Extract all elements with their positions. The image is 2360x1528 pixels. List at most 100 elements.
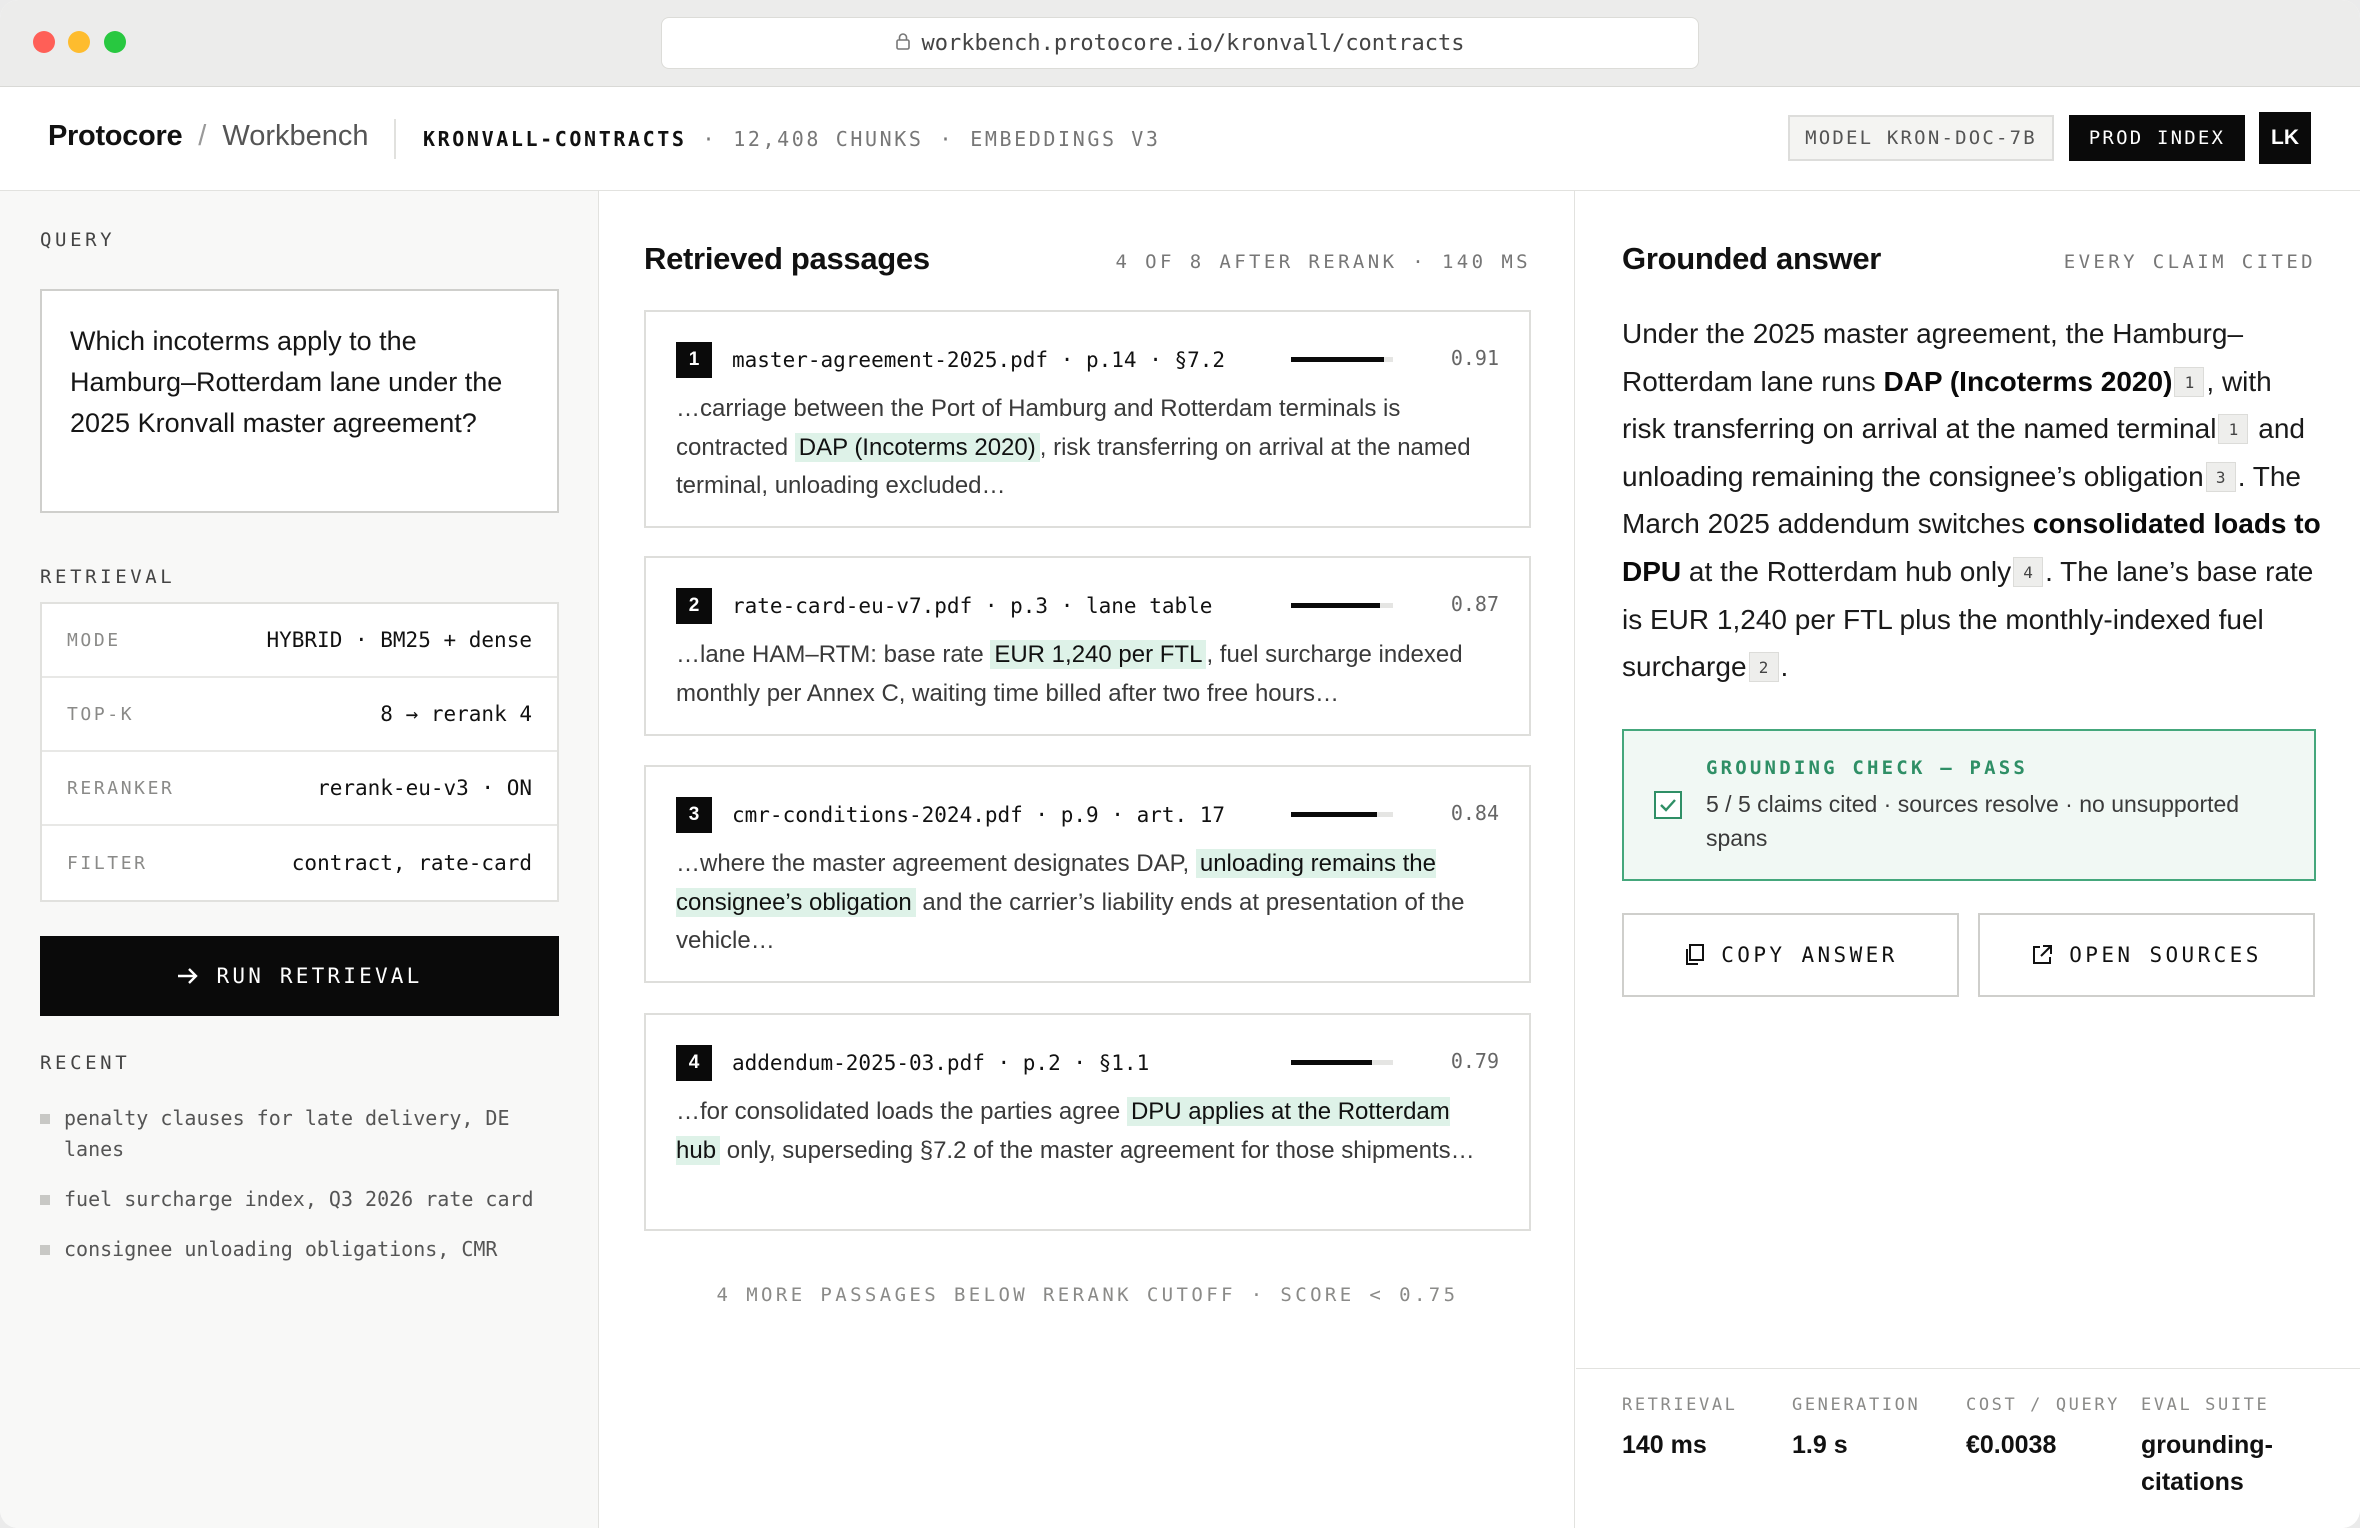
- passage-rank: 4: [676, 1045, 712, 1081]
- snippet-text: …where the master agreement designates D…: [676, 850, 1196, 877]
- brand-name[interactable]: Protocore: [48, 120, 183, 153]
- passage-score: 0.87: [1450, 592, 1499, 616]
- corpus-info: KRONVALL-CONTRACTS · 12,408 CHUNKS · EMB…: [423, 127, 1161, 151]
- minimize-window-button[interactable]: [68, 31, 90, 53]
- snippet-text: …for consolidated loads the parties agre…: [676, 1098, 1127, 1125]
- passage-header: 4 addendum-2025-03.pdf · p.2 · §1.1 0.79: [676, 1045, 1499, 1081]
- avatar[interactable]: LK: [2259, 112, 2311, 164]
- run-stats: RETRIEVAL 140 ms GENERATION 1.9 s COST /…: [1576, 1368, 2360, 1528]
- stat-label: RETRIEVAL: [1622, 1395, 1738, 1415]
- passage-source[interactable]: master-agreement-2025.pdf · p.14 · §7.2: [732, 348, 1225, 372]
- setting-reranker[interactable]: RERANKER rerank-eu-v3 · ON: [42, 752, 557, 826]
- copy-icon: [1686, 944, 1705, 965]
- setting-value: 8 → rerank 4: [380, 702, 532, 726]
- recent-item[interactable]: penalty clauses for late delivery, DE la…: [40, 1103, 559, 1165]
- rerank-cutoff-note: 4 MORE PASSAGES BELOW RERANK CUTOFF · SC…: [716, 1284, 1459, 1306]
- open-sources-button[interactable]: OPEN SOURCES: [1978, 913, 2315, 997]
- recent-item-text: consignee unloading obligations, CMR: [64, 1237, 498, 1261]
- snippet-highlight: EUR 1,240 per FTL: [990, 640, 1207, 669]
- passage-card[interactable]: 4 addendum-2025-03.pdf · p.2 · §1.1 0.79…: [644, 1013, 1531, 1231]
- setting-key: FILTER: [67, 852, 148, 874]
- score-bar: [1291, 603, 1393, 608]
- answer-span: at the Rotterdam hub only: [1681, 555, 2012, 587]
- close-window-button[interactable]: [33, 31, 55, 53]
- answer-meta: EVERY CLAIM CITED: [2063, 251, 2316, 273]
- snippet-text: only, superseding §7.2 of the master agr…: [720, 1136, 1475, 1164]
- passage-score: 0.84: [1450, 801, 1499, 825]
- passage-snippet: …for consolidated loads the parties agre…: [676, 1093, 1499, 1170]
- citation-marker[interactable]: 2: [1748, 652, 1779, 683]
- bullet-icon: [40, 1245, 50, 1255]
- snippet-text: …lane HAM–RTM: base rate: [676, 641, 991, 668]
- address-bar[interactable]: workbench.protocore.io/kronvall/contract…: [661, 17, 1699, 69]
- score-bar-fill: [1291, 1060, 1372, 1065]
- passage-source[interactable]: addendum-2025-03.pdf · p.2 · §1.1: [732, 1051, 1149, 1075]
- setting-top-k[interactable]: TOP-K 8 → rerank 4: [42, 678, 557, 752]
- run-retrieval-button[interactable]: RUN RETRIEVAL: [40, 936, 559, 1016]
- passage-rank: 3: [676, 797, 712, 833]
- recent-item[interactable]: fuel surcharge index, Q3 2026 rate card: [40, 1184, 559, 1215]
- maximize-window-button[interactable]: [104, 31, 126, 53]
- grounding-check-body: 5 / 5 claims cited · sources resolve · n…: [1706, 791, 2240, 851]
- stat-eval-suite: EVAL SUITE grounding-citations: [2141, 1395, 2321, 1501]
- passage-header: 3 cmr-conditions-2024.pdf · p.9 · art. 1…: [676, 797, 1499, 833]
- query-panel: QUERY Which incoterms apply to the Hambu…: [0, 191, 599, 1528]
- breadcrumb: Protocore / Workbench: [48, 120, 369, 153]
- setting-filter[interactable]: FILTER contract, rate-card: [42, 826, 557, 900]
- setting-value: rerank-eu-v3 · ON: [317, 776, 532, 800]
- retrieval-settings: MODE HYBRID · BM25 + dense TOP-K 8 → rer…: [40, 602, 559, 902]
- bullet-icon: [40, 1114, 50, 1124]
- passage-score: 0.79: [1450, 1049, 1499, 1073]
- stat-value: 140 ms: [1622, 1431, 1707, 1459]
- arrow-right-icon: [177, 968, 198, 984]
- passage-snippet: …carriage between the Port of Hamburg an…: [676, 390, 1499, 506]
- passages-meta: 4 OF 8 AFTER RERANK · 140 MS: [1115, 251, 1531, 273]
- passage-card[interactable]: 1 master-agreement-2025.pdf · p.14 · §7.…: [644, 310, 1531, 528]
- stat-generation: GENERATION 1.9 s: [1792, 1395, 1942, 1464]
- passage-card[interactable]: 2 rate-card-eu-v7.pdf · p.3 · lane table…: [644, 556, 1531, 736]
- score-bar-fill: [1291, 603, 1380, 608]
- copy-answer-button[interactable]: COPY ANSWER: [1622, 913, 1959, 997]
- index-badge[interactable]: PROD INDEX: [2069, 115, 2245, 161]
- citation-marker[interactable]: 1: [2174, 366, 2205, 397]
- score-bar: [1291, 812, 1393, 817]
- recent-label: RECENT: [40, 1052, 131, 1074]
- breadcrumb-section[interactable]: Workbench: [222, 120, 368, 153]
- passage-source[interactable]: cmr-conditions-2024.pdf · p.9 · art. 17: [732, 803, 1225, 827]
- setting-key: RERANKER: [67, 777, 175, 799]
- recent-item[interactable]: consignee unloading obligations, CMR: [40, 1234, 559, 1265]
- passages-panel: Retrieved passages 4 OF 8 AFTER RERANK ·…: [600, 191, 1575, 1528]
- passage-card[interactable]: 3 cmr-conditions-2024.pdf · p.9 · art. 1…: [644, 765, 1531, 983]
- stat-cost: COST / QUERY €0.0038: [1966, 1395, 2126, 1464]
- passage-source[interactable]: rate-card-eu-v7.pdf · p.3 · lane table: [732, 594, 1212, 618]
- score-bar-fill: [1291, 357, 1384, 362]
- query-input[interactable]: Which incoterms apply to the Hamburg–Rot…: [40, 289, 559, 513]
- passages-title: Retrieved passages: [644, 241, 930, 276]
- model-badge[interactable]: MODEL KRON-DOC-7B: [1788, 115, 2054, 161]
- setting-mode[interactable]: MODE HYBRID · BM25 + dense: [42, 604, 557, 678]
- setting-key: MODE: [67, 629, 121, 651]
- browser-window: workbench.protocore.io/kronvall/contract…: [0, 0, 2360, 1528]
- app-header: Protocore / Workbench KRONVALL-CONTRACTS…: [0, 87, 2360, 191]
- url-text: workbench.protocore.io/kronvall/contract…: [921, 30, 1465, 56]
- passage-snippet: …where the master agreement designates D…: [676, 845, 1499, 961]
- browser-chrome: workbench.protocore.io/kronvall/contract…: [0, 0, 2360, 87]
- snippet-highlight: DAP (Incoterms 2020): [794, 432, 1040, 462]
- corpus-name: KRONVALL-CONTRACTS: [423, 127, 687, 151]
- score-bar-fill: [1291, 812, 1377, 817]
- passage-score: 0.91: [1450, 346, 1499, 370]
- breadcrumb-separator: /: [198, 120, 207, 152]
- query-label: QUERY: [40, 229, 116, 251]
- score-bar: [1291, 357, 1393, 362]
- passage-snippet: …lane HAM–RTM: base rate EUR 1,240 per F…: [676, 636, 1499, 713]
- stat-value: grounding-citations: [2141, 1431, 2273, 1496]
- passage-rank: 2: [676, 588, 712, 624]
- setting-value: HYBRID · BM25 + dense: [266, 628, 532, 652]
- citation-marker[interactable]: 1: [2218, 414, 2249, 445]
- citation-marker[interactable]: 4: [2013, 556, 2044, 587]
- run-retrieval-label: RUN RETRIEVAL: [216, 964, 423, 988]
- answer-span: .: [1780, 651, 1789, 683]
- citation-marker[interactable]: 3: [2205, 461, 2236, 492]
- grounding-check: GROUNDING CHECK — PASS 5 / 5 claims cite…: [1622, 729, 2316, 881]
- setting-key: TOP-K: [67, 703, 135, 725]
